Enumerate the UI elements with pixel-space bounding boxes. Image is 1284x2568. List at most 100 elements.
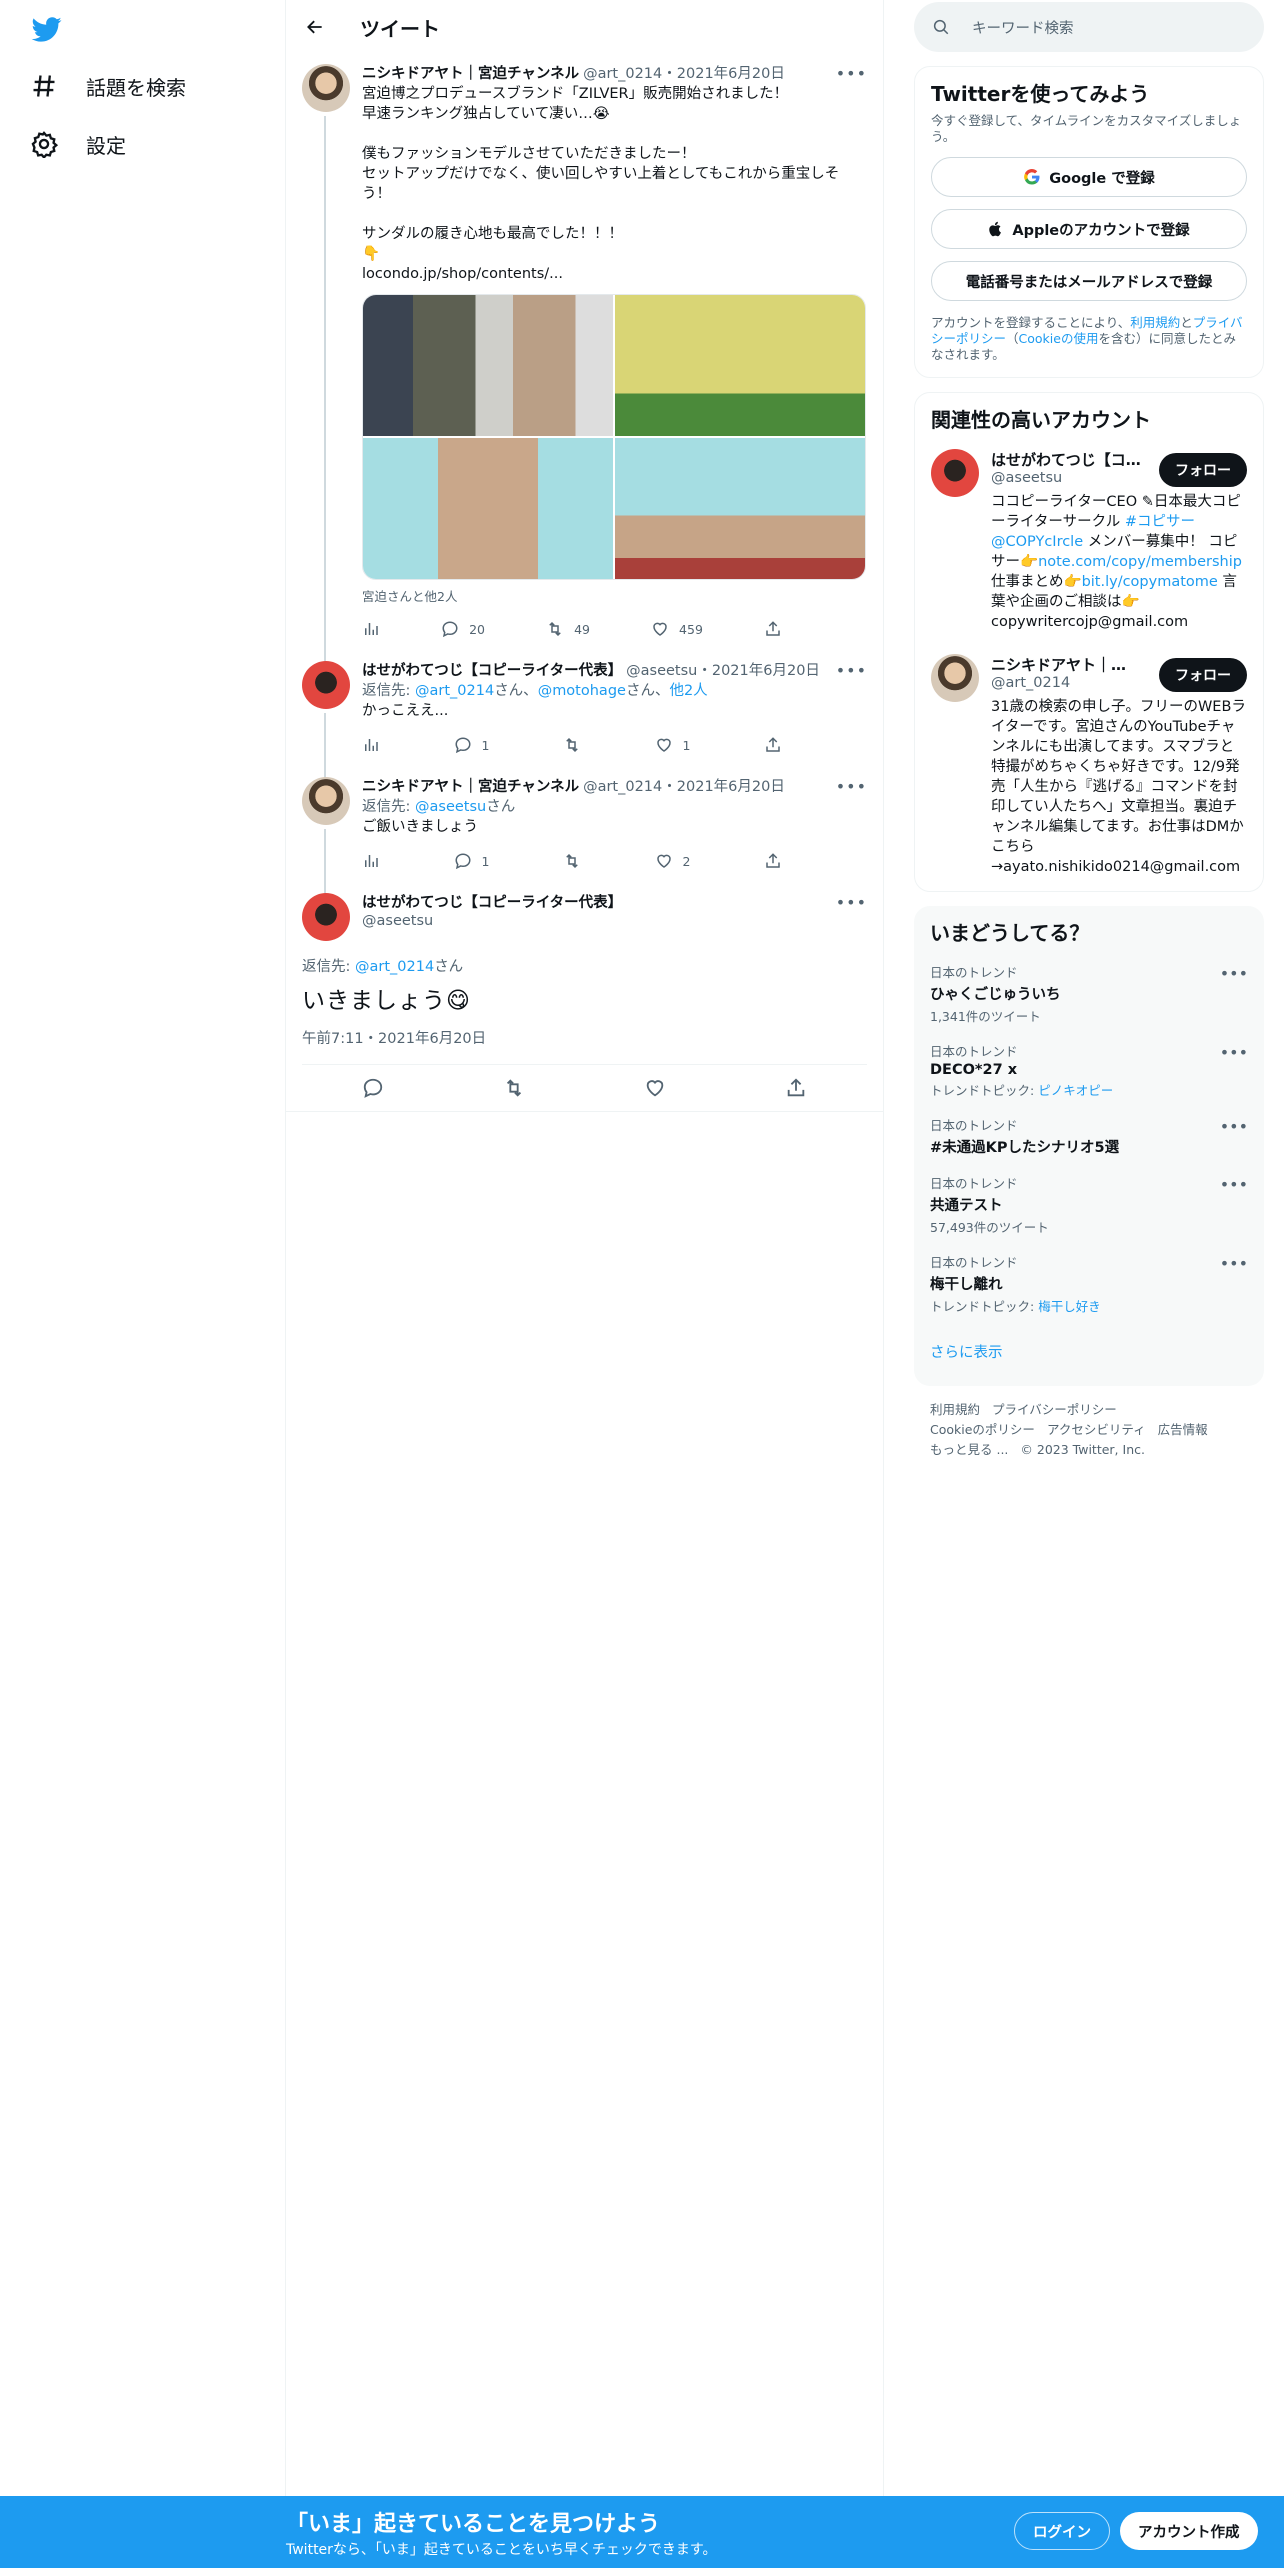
- more-options-icon[interactable]: •••: [1220, 1043, 1248, 1062]
- reply-button[interactable]: 1: [454, 736, 489, 754]
- nav-explore[interactable]: 話題を検索: [30, 66, 186, 106]
- reply-others[interactable]: 他2人: [669, 683, 707, 699]
- tweet-author-name[interactable]: はせがわてつじ【コピーライター代表】: [362, 893, 622, 913]
- login-button[interactable]: ログイン: [1014, 2512, 1110, 2550]
- retweet-button[interactable]: 49: [546, 620, 590, 638]
- tweet-author-handle[interactable]: @aseetsu: [626, 661, 697, 681]
- account-name[interactable]: はせがわてつじ【コピーライター代表】: [991, 449, 1141, 470]
- bio-link[interactable]: bit.ly/copymatome: [1082, 574, 1218, 590]
- retweet-button[interactable]: [563, 852, 581, 870]
- show-more-link[interactable]: さらに表示: [930, 1341, 1248, 1362]
- trend-topic-link[interactable]: 梅干し好き: [1038, 1299, 1101, 1314]
- more-options-icon[interactable]: •••: [836, 64, 867, 83]
- bio-link[interactable]: note.com/copy/membership: [1038, 554, 1242, 570]
- trend-item[interactable]: 日本のトレンド 梅干し離れ トレンドトピック: 梅干し好き •••: [930, 1252, 1248, 1315]
- media-photo-1[interactable]: [363, 295, 613, 436]
- avatar[interactable]: [931, 654, 979, 702]
- bio-mention[interactable]: @COPYcIrcle: [991, 534, 1083, 550]
- avatar[interactable]: [302, 893, 350, 941]
- trend-item[interactable]: 日本のトレンド DECO*27 x トレンドトピック: ピノキオピー •••: [930, 1041, 1248, 1099]
- more-options-icon[interactable]: •••: [836, 893, 867, 912]
- like-button[interactable]: 2: [655, 852, 690, 870]
- reply-mention[interactable]: @aseetsu: [415, 799, 486, 815]
- avatar[interactable]: [302, 661, 350, 709]
- retweet-button[interactable]: [563, 736, 581, 754]
- avatar[interactable]: [931, 449, 979, 497]
- reply-mention[interactable]: @art_0214: [355, 959, 434, 975]
- tweet-date[interactable]: ・2021年6月20日: [697, 661, 820, 681]
- reply-button[interactable]: 20: [441, 620, 485, 638]
- tweet-link[interactable]: locondo.jp/shop/contents/...: [362, 264, 867, 284]
- tweet-date[interactable]: ・2021年6月20日: [662, 64, 785, 84]
- account-item[interactable]: ニシキドアヤト｜宮迫チャンネル @art_0214 31歳の検索の申し子。フリー…: [931, 654, 1247, 877]
- tweet-media-grid[interactable]: [362, 294, 866, 580]
- heart-icon[interactable]: [644, 1077, 666, 1099]
- media-photo-2[interactable]: [615, 295, 865, 436]
- share-button[interactable]: [764, 620, 782, 638]
- cookie-link[interactable]: Cookieの使用: [1019, 331, 1099, 346]
- trend-item[interactable]: 日本のトレンド ひゃくごじゅういち 1,341件のツイート •••: [930, 962, 1248, 1025]
- tweet-1[interactable]: ニシキドアヤト｜宮迫チャンネル @art_0214 ・2021年6月20日 宮迫…: [286, 54, 883, 663]
- reply-icon[interactable]: [362, 1077, 384, 1099]
- tweet-author-handle[interactable]: @art_0214: [583, 64, 662, 84]
- footer-cookie-link[interactable]: Cookieのポリシー: [930, 1422, 1035, 1437]
- search-box[interactable]: キーワード検索: [914, 2, 1264, 52]
- account-item[interactable]: はせがわてつじ【コピーライター代表】 @aseetsu ココピーライターCEO …: [931, 449, 1247, 632]
- more-options-icon[interactable]: •••: [1220, 1254, 1248, 1273]
- more-options-icon[interactable]: •••: [836, 661, 867, 680]
- footer-privacy-link[interactable]: プライバシーポリシー: [992, 1402, 1117, 1417]
- search-input[interactable]: キーワード検索: [972, 17, 1074, 38]
- bio-hashtag[interactable]: #コピサー: [1125, 514, 1195, 530]
- footer-more-link[interactable]: もっと見る ...: [930, 1442, 1008, 1457]
- share-icon[interactable]: [785, 1077, 807, 1099]
- apple-signup-button[interactable]: Appleのアカウントで登録: [931, 209, 1247, 249]
- more-options-icon[interactable]: •••: [1220, 1117, 1248, 1136]
- views-button[interactable]: [362, 620, 380, 638]
- footer-terms-link[interactable]: 利用規約: [930, 1402, 980, 1417]
- views-button[interactable]: [362, 852, 380, 870]
- reply-button[interactable]: 1: [454, 852, 489, 870]
- trend-item[interactable]: 日本のトレンド 共通テスト 57,493件のツイート •••: [930, 1173, 1248, 1236]
- tweet-date[interactable]: ・2021年6月20日: [662, 777, 785, 797]
- avatar[interactable]: [302, 777, 350, 825]
- terms-notice: アカウントを登録することにより、利用規約とプライバシーポリシー（Cookieの使…: [931, 315, 1247, 363]
- media-photo-4[interactable]: [615, 438, 865, 579]
- share-button[interactable]: [764, 852, 782, 870]
- terms-link[interactable]: 利用規約: [1130, 315, 1180, 330]
- tweet-author-name[interactable]: ニシキドアヤト｜宮迫チャンネル: [362, 64, 579, 84]
- tweet-3[interactable]: ニシキドアヤト｜宮迫チャンネル @art_0214 ・2021年6月20日 返信…: [286, 767, 883, 895]
- follow-button[interactable]: フォロー: [1159, 658, 1247, 692]
- more-options-icon[interactable]: •••: [836, 777, 867, 796]
- follow-button[interactable]: フォロー: [1159, 453, 1247, 487]
- like-button[interactable]: 459: [651, 620, 703, 638]
- trend-item[interactable]: 日本のトレンド #未通過KPしたシナリオ5選 •••: [930, 1115, 1248, 1157]
- twitter-logo-icon[interactable]: [30, 14, 64, 44]
- media-photo-3[interactable]: [363, 438, 613, 579]
- retweet-icon[interactable]: [503, 1077, 525, 1099]
- nav-settings[interactable]: 設定: [30, 124, 126, 164]
- share-button[interactable]: [764, 736, 782, 754]
- views-button[interactable]: [362, 736, 380, 754]
- footer-accessibility-link[interactable]: アクセシビリティ: [1047, 1422, 1146, 1437]
- back-button[interactable]: [300, 12, 330, 42]
- tweet-2[interactable]: はせがわてつじ【コピーライター代表】 @aseetsu ・2021年6月20日 …: [286, 651, 883, 779]
- tweet-author-name[interactable]: はせがわてつじ【コピーライター代表】: [362, 661, 622, 681]
- footer-ads-link[interactable]: 広告情報: [1158, 1422, 1208, 1437]
- tweet-author-name[interactable]: ニシキドアヤト｜宮迫チャンネル: [362, 777, 579, 797]
- media-tagged-users[interactable]: 宮迫さんと他2人: [362, 586, 867, 605]
- tweet-author-handle[interactable]: @aseetsu: [362, 913, 622, 929]
- signup-button[interactable]: アカウント作成: [1120, 2512, 1258, 2550]
- google-signup-button[interactable]: Google で登録: [931, 157, 1247, 197]
- like-button[interactable]: 1: [655, 736, 690, 754]
- account-name[interactable]: ニシキドアヤト｜宮迫チャンネル: [991, 654, 1141, 675]
- tweet-author-handle[interactable]: @art_0214: [583, 777, 662, 797]
- phone-email-signup-button[interactable]: 電話番号またはメールアドレスで登録: [931, 261, 1247, 301]
- trend-name: 共通テスト: [930, 1198, 1003, 1214]
- tweet-timestamp[interactable]: 午前7:11・2021年6月20日: [302, 1027, 867, 1065]
- trend-topic-link[interactable]: ピノキオピー: [1038, 1083, 1113, 1098]
- more-options-icon[interactable]: •••: [1220, 1175, 1248, 1194]
- reply-mention[interactable]: @art_0214: [415, 683, 494, 699]
- more-options-icon[interactable]: •••: [1220, 964, 1248, 983]
- reply-mention[interactable]: @motohage: [538, 683, 626, 699]
- avatar[interactable]: [302, 64, 350, 112]
